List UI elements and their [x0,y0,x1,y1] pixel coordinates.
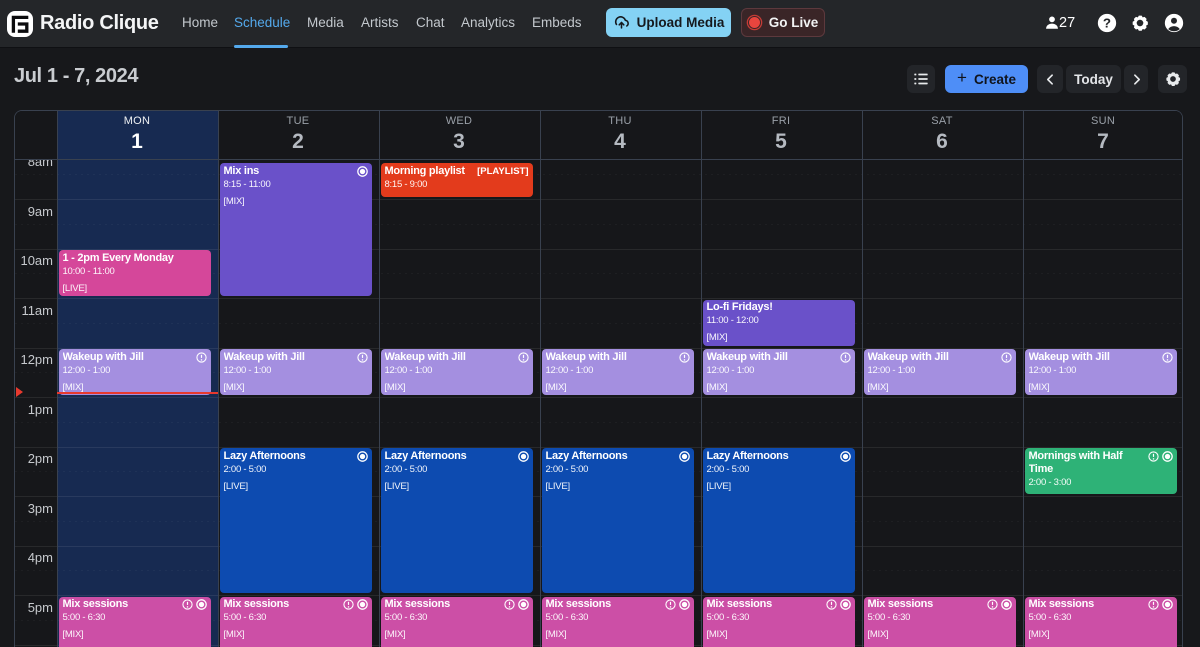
svg-text:?: ? [1103,15,1111,30]
